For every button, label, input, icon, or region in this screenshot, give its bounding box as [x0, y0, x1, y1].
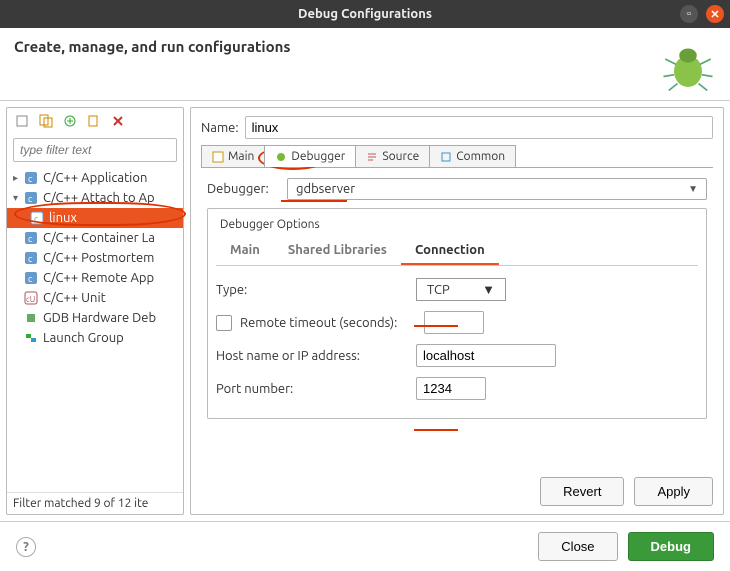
tree-item-launch-group[interactable]: Launch Group: [7, 328, 183, 348]
options-subtabs: Main Shared Libraries Connection: [216, 237, 698, 266]
port-label: Port number:: [216, 382, 416, 396]
tree-item-cpp-application[interactable]: ▸ c C/C++ Application: [7, 168, 183, 188]
apply-button[interactable]: Apply: [634, 477, 713, 506]
subtab-shared-libs[interactable]: Shared Libraries: [274, 237, 401, 265]
close-button[interactable]: Close: [538, 532, 617, 561]
tab-common[interactable]: Common: [429, 145, 516, 167]
chevron-down-icon: ▼: [482, 282, 495, 297]
svg-text:c: c: [28, 254, 32, 264]
filter-input[interactable]: [13, 138, 177, 162]
tree-item-cpp-remote[interactable]: c C/C++ Remote App: [7, 268, 183, 288]
chevron-down-icon: ▼: [688, 183, 698, 195]
svg-text:c: c: [28, 274, 32, 284]
name-input[interactable]: [245, 116, 713, 139]
common-icon: [440, 151, 452, 163]
title-bar: Debug Configurations ▫ ✕: [0, 0, 730, 28]
debug-button[interactable]: Debug: [628, 532, 714, 561]
config-tabs: Main Debugger Source Common: [201, 145, 713, 168]
type-label: Type:: [216, 283, 416, 297]
new-config-icon[interactable]: [13, 112, 31, 130]
window-close-icon[interactable]: ✕: [706, 5, 724, 23]
config-sidebar: ▸ c C/C++ Application ▾ c C/C++ Attach t…: [6, 107, 184, 515]
tree-item-cpp-attach[interactable]: ▾ c C/C++ Attach to Ap: [7, 188, 183, 208]
c-file-icon: c: [29, 210, 45, 226]
header-title: Create, manage, and run configurations: [14, 38, 291, 55]
c-file-icon: c: [23, 230, 39, 246]
subtab-main[interactable]: Main: [216, 237, 274, 265]
tree-item-cpp-container[interactable]: c C/C++ Container La: [7, 228, 183, 248]
timeout-checkbox[interactable]: [216, 315, 232, 331]
svg-text:cU: cU: [26, 295, 35, 304]
source-icon: [366, 151, 378, 163]
options-label: Debugger Options: [216, 218, 324, 231]
host-input[interactable]: [416, 344, 556, 367]
delete-icon[interactable]: [109, 112, 127, 130]
host-label: Host name or IP address:: [216, 349, 416, 363]
help-icon[interactable]: ?: [16, 537, 36, 557]
tree-item-gdb-hardware[interactable]: GDB Hardware Deb: [7, 308, 183, 328]
timeout-label: Remote timeout (seconds):: [240, 316, 424, 330]
bug-icon: [660, 38, 716, 94]
config-tree: ▸ c C/C++ Application ▾ c C/C++ Attach t…: [7, 166, 183, 492]
export-icon[interactable]: [61, 112, 79, 130]
tab-debugger-body: Debugger: gdbserver ▼ Debugger Options M…: [201, 168, 713, 477]
window-minimize-icon[interactable]: ▫: [680, 5, 698, 23]
type-combo[interactable]: TCP ▼: [416, 278, 506, 301]
launch-group-icon: [23, 330, 39, 346]
port-input[interactable]: [416, 377, 486, 400]
dialog-header: Create, manage, and run configurations: [0, 28, 730, 101]
config-editor: Name: Main Debugger Source Common: [190, 107, 724, 515]
subtab-connection[interactable]: Connection: [401, 237, 499, 265]
tab-debugger[interactable]: Debugger: [264, 145, 356, 167]
c-file-icon: c: [23, 270, 39, 286]
debugger-combo[interactable]: gdbserver ▼: [287, 178, 707, 200]
new-prototype-icon[interactable]: [37, 112, 55, 130]
timeout-input[interactable]: [424, 311, 484, 334]
filter-status: Filter matched 9 of 12 ite: [7, 492, 183, 514]
tree-item-cpp-postmortem[interactable]: c C/C++ Postmortem: [7, 248, 183, 268]
tab-main[interactable]: Main: [201, 145, 265, 167]
c-file-icon: c: [23, 250, 39, 266]
duplicate-icon[interactable]: [85, 112, 103, 130]
c-file-icon: c: [23, 190, 39, 206]
dialog-footer: ? Close Debug: [0, 521, 730, 571]
sidebar-toolbar: [7, 108, 183, 134]
cu-file-icon: cU: [23, 290, 39, 306]
file-icon: [212, 151, 224, 163]
svg-text:c: c: [28, 234, 32, 244]
tab-source[interactable]: Source: [355, 145, 430, 167]
svg-text:c: c: [28, 194, 32, 204]
debugger-options-fieldset: Debugger Options Main Shared Libraries C…: [207, 208, 707, 419]
svg-text:c: c: [34, 214, 38, 224]
debugger-label: Debugger:: [207, 182, 287, 196]
type-value: TCP: [427, 283, 450, 297]
chip-icon: [23, 310, 39, 326]
window-title: Debug Configurations: [298, 7, 432, 21]
name-label: Name:: [201, 121, 239, 135]
bug-small-icon: [275, 151, 287, 163]
tree-item-cpp-unit[interactable]: cU C/C++ Unit: [7, 288, 183, 308]
tree-item-linux[interactable]: c linux: [7, 208, 183, 228]
revert-button[interactable]: Revert: [540, 477, 624, 506]
debugger-value: gdbserver: [296, 182, 355, 196]
c-file-icon: c: [23, 170, 39, 186]
svg-text:c: c: [28, 174, 32, 184]
